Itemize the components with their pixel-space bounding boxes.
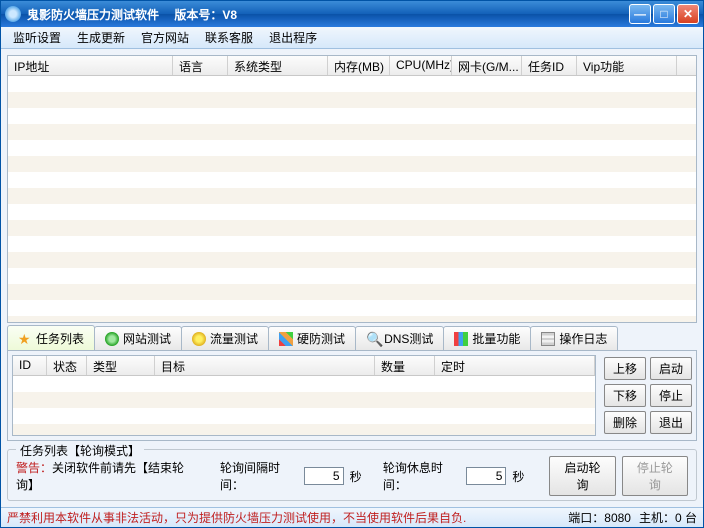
tab-label: 网站测试 xyxy=(123,330,171,347)
poll-interval-input[interactable] xyxy=(304,467,344,485)
dns-icon: 🔍 xyxy=(366,332,380,346)
stop-poll-button[interactable]: 停止轮询 xyxy=(622,456,688,496)
column-header[interactable]: 系统类型 xyxy=(228,56,328,75)
column-header[interactable]: 类型 xyxy=(87,356,155,375)
menu-item[interactable]: 退出程序 xyxy=(261,27,325,48)
start-button[interactable]: 启动 xyxy=(650,357,692,380)
doty-icon xyxy=(192,332,206,346)
poll-interval-label: 轮询间隔时间： xyxy=(220,459,298,493)
stop-button[interactable]: 停止 xyxy=(650,384,692,407)
column-header[interactable]: 内存(MB) xyxy=(328,56,390,75)
tasks-table-body[interactable] xyxy=(13,376,595,435)
column-header[interactable]: ID xyxy=(13,356,47,375)
menu-item[interactable]: 联系客服 xyxy=(197,27,261,48)
menubar: 监听设置生成更新官方网站联系客服退出程序 xyxy=(1,27,703,49)
close-button[interactable]: ✕ xyxy=(677,4,699,24)
poll-rest-input[interactable] xyxy=(466,467,506,485)
tab[interactable]: 🔍 DNS测试 xyxy=(355,326,444,350)
status-warning: 严禁利用本软件从事非法活动，只为提供防火墙压力测试使用，不当使用软件后果自负. xyxy=(7,509,466,526)
minimize-button[interactable]: ― xyxy=(629,4,651,24)
tab-bar: ★ 任务列表 网站测试 流量测试 硬防测试 🔍 DNS测试 批量功能 操作日志 xyxy=(7,327,697,351)
status-host-count: 0 台 xyxy=(675,511,697,525)
tab-label: DNS测试 xyxy=(384,330,433,347)
move-up-button[interactable]: 上移 xyxy=(604,357,646,380)
log-icon xyxy=(541,332,555,346)
poll-legend: 任务列表【轮询模式】 xyxy=(16,442,144,459)
column-header[interactable]: 语言 xyxy=(173,56,228,75)
poll-rest-label: 轮询休息时间： xyxy=(383,459,461,493)
column-header[interactable]: 任务ID xyxy=(522,56,577,75)
tab[interactable]: ★ 任务列表 xyxy=(7,325,95,350)
menu-item[interactable]: 生成更新 xyxy=(69,27,133,48)
maximize-button[interactable]: □ xyxy=(653,4,675,24)
start-poll-button[interactable]: 启动轮询 xyxy=(549,456,615,496)
statusbar: 严禁利用本软件从事非法活动，只为提供防火墙压力测试使用，不当使用软件后果自负. … xyxy=(1,507,703,527)
sq-icon xyxy=(279,332,293,346)
exit-button[interactable]: 退出 xyxy=(650,411,692,434)
titlebar: 鬼影防火墙压力测试软件 版本号：V8 ― □ ✕ xyxy=(1,1,703,27)
delete-button[interactable]: 删除 xyxy=(604,411,646,434)
column-header[interactable]: 定时 xyxy=(435,356,595,375)
tab-label: 批量功能 xyxy=(472,330,520,347)
tab[interactable]: 硬防测试 xyxy=(268,326,356,350)
bars-icon xyxy=(454,332,468,346)
tab-label: 操作日志 xyxy=(559,330,607,347)
star-icon: ★ xyxy=(18,332,32,346)
column-header[interactable]: IP地址 xyxy=(8,56,173,75)
column-header[interactable]: Vip功能 xyxy=(577,56,677,75)
column-header[interactable]: 网卡(G/M... xyxy=(452,56,522,75)
tab[interactable]: 操作日志 xyxy=(530,326,618,350)
tab-label: 硬防测试 xyxy=(297,330,345,347)
tab[interactable]: 批量功能 xyxy=(443,326,531,350)
column-header[interactable]: CPU(MHz) xyxy=(390,56,452,75)
column-header[interactable]: 状态 xyxy=(47,356,87,375)
menu-item[interactable]: 官方网站 xyxy=(133,27,197,48)
window-title: 鬼影防火墙压力测试软件 版本号：V8 xyxy=(27,6,629,23)
tab-label: 流量测试 xyxy=(210,330,258,347)
column-header[interactable]: 目标 xyxy=(155,356,375,375)
globe-icon xyxy=(105,332,119,346)
column-header[interactable]: 数量 xyxy=(375,356,435,375)
poll-warning: 警告：关闭软件前请先【结束轮询】 xyxy=(16,459,193,493)
poll-group: 任务列表【轮询模式】 警告：关闭软件前请先【结束轮询】 轮询间隔时间： 秒 轮询… xyxy=(7,449,697,501)
tab[interactable]: 流量测试 xyxy=(181,326,269,350)
hosts-table: IP地址语言系统类型内存(MB)CPU(MHz)网卡(G/M...任务IDVip… xyxy=(7,55,697,323)
tab-label: 任务列表 xyxy=(36,330,84,347)
tasks-table: ID状态类型目标数量定时 xyxy=(12,355,596,436)
tab[interactable]: 网站测试 xyxy=(94,326,182,350)
status-port: 8080 xyxy=(604,511,631,525)
hosts-table-body[interactable] xyxy=(8,76,696,322)
app-icon xyxy=(5,6,21,22)
menu-item[interactable]: 监听设置 xyxy=(5,27,69,48)
move-down-button[interactable]: 下移 xyxy=(604,384,646,407)
